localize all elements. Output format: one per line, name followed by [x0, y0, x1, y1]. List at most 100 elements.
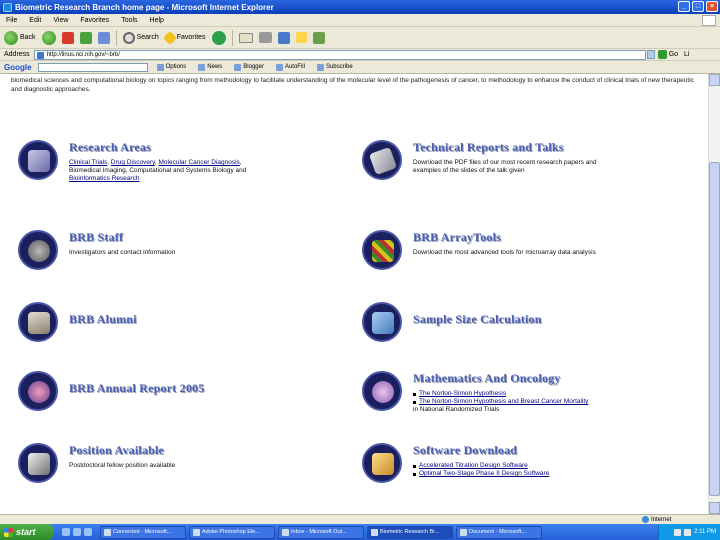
google-search-input[interactable]: [37, 62, 148, 72]
google-autofill-button[interactable]: AutoFill: [273, 63, 308, 71]
favorites-button[interactable]: Favorites: [162, 30, 206, 45]
messenger-icon[interactable]: [295, 32, 307, 43]
word-icon: [460, 528, 467, 536]
menu-edit[interactable]: Edit: [29, 17, 41, 24]
search-button[interactable]: Search: [122, 31, 159, 44]
internet-globe-icon: [642, 516, 649, 523]
technical-reports-title[interactable]: Technical Reports and Talks: [413, 140, 613, 155]
google-news-button[interactable]: News: [195, 63, 225, 71]
forward-button[interactable]: [41, 30, 56, 45]
show-desktop-icon[interactable]: [62, 528, 70, 536]
menu-tools[interactable]: Tools: [121, 17, 137, 24]
ie-icon: [371, 528, 378, 536]
page-content: biomedical sciences and computational bi…: [0, 74, 708, 514]
norton-simon-hypothesis-link[interactable]: The Norton-Simon Hypothesis: [419, 390, 506, 397]
accelerated-titration-link[interactable]: Accelerated Titration Design Software: [419, 462, 528, 469]
menu-file[interactable]: File: [6, 17, 17, 24]
go-button[interactable]: Go: [657, 50, 678, 59]
software-download-icon[interactable]: [362, 443, 402, 483]
position-available-description: Postdoctoral fellow position available: [69, 462, 176, 469]
address-bar: Address http://linus.nci.nih.gov/~brb/ G…: [0, 49, 720, 61]
research-areas-title[interactable]: Research Areas: [69, 140, 269, 155]
ie-quicklaunch-icon[interactable]: [73, 528, 81, 536]
technical-reports-icon[interactable]: [362, 140, 402, 180]
scroll-down-icon[interactable]: [709, 502, 720, 514]
refresh-icon[interactable]: [79, 31, 92, 44]
brb-arraytools-icon[interactable]: [362, 230, 402, 270]
menu-view[interactable]: View: [53, 17, 68, 24]
google-blogger-button[interactable]: Blogger: [231, 63, 267, 71]
back-arrow-icon: [4, 30, 18, 45]
maximize-button[interactable]: □: [692, 1, 704, 12]
home-icon[interactable]: [97, 31, 110, 44]
tray-network-icon[interactable]: [674, 528, 682, 536]
scroll-thumb[interactable]: [709, 162, 720, 496]
position-available-title[interactable]: Position Available: [69, 443, 269, 458]
favorites-star-icon: [162, 30, 177, 45]
optimal-two-stage-link[interactable]: Optimal Two-Stage Phase II Design Softwa…: [419, 470, 549, 477]
google-subscribe-button[interactable]: Subscribe: [314, 63, 356, 71]
edit-icon[interactable]: [277, 31, 290, 44]
stop-icon[interactable]: [61, 31, 74, 44]
system-tray: 2:11 PM: [658, 524, 720, 540]
start-button[interactable]: start: [0, 524, 54, 540]
task-button[interactable]: Biometric Research Br...: [367, 525, 453, 539]
windows-logo-icon: [702, 15, 716, 26]
task-label: Biometric Research Br...: [380, 529, 440, 535]
software-download-list: Accelerated Titration Design Software Op…: [413, 462, 618, 478]
brb-alumni-icon[interactable]: [18, 302, 58, 342]
task-button[interactable]: Inbox - Microsoft Out...: [278, 525, 364, 539]
window-title-bar: Biometric Research Branch home page - Mi…: [0, 0, 720, 14]
subscribe-icon: [316, 63, 324, 71]
sample-size-title[interactable]: Sample Size Calculation: [413, 312, 542, 327]
scroll-up-icon[interactable]: [709, 74, 720, 86]
task-button[interactable]: Connected - Microsoft...: [100, 525, 186, 539]
task-label: Connected - Microsoft...: [113, 529, 172, 535]
molecular-cancer-diagnosis-link[interactable]: Molecular Cancer Diagnosis: [159, 159, 240, 166]
annual-report-icon[interactable]: [18, 371, 58, 411]
list-item: Accelerated Titration Design Software: [413, 462, 618, 470]
research-areas-icon[interactable]: [18, 140, 58, 180]
tray-volume-icon[interactable]: [684, 528, 692, 536]
google-options-button[interactable]: Options: [154, 63, 190, 71]
math-oncology-list: The Norton-Simon Hypothesis The Norton-S…: [413, 390, 618, 406]
task-button[interactable]: Document - Microsoft...: [456, 525, 542, 539]
outlook-quicklaunch-icon[interactable]: [84, 528, 92, 536]
sample-size-icon[interactable]: [362, 302, 402, 342]
autofill-icon: [275, 63, 283, 71]
address-dropdown-icon[interactable]: [646, 50, 655, 59]
task-button[interactable]: Adobe Photoshop Ele...: [189, 525, 275, 539]
clock: 2:11 PM: [694, 529, 716, 535]
brb-staff-icon[interactable]: [18, 230, 58, 270]
software-download-title[interactable]: Software Download: [413, 443, 618, 458]
norton-simon-breast-cancer-link[interactable]: The Norton-Simon Hypothesis and Breast C…: [419, 398, 588, 405]
links-label[interactable]: Li: [684, 51, 689, 58]
brb-staff-title[interactable]: BRB Staff: [69, 230, 269, 245]
mail-icon[interactable]: [238, 32, 253, 43]
drug-discovery-link[interactable]: Drug Discovery: [111, 159, 155, 166]
math-oncology-icon[interactable]: [362, 371, 402, 411]
brb-arraytools-section: BRB ArrayTools Download the most advance…: [362, 230, 613, 270]
blogger-icon: [234, 63, 242, 71]
brb-arraytools-title[interactable]: BRB ArrayTools: [413, 230, 613, 245]
research-icon[interactable]: [312, 31, 325, 44]
menu-help[interactable]: Help: [150, 17, 164, 24]
window-controls: _ □ ×: [678, 1, 718, 12]
brb-alumni-title[interactable]: BRB Alumni: [69, 312, 137, 327]
back-button[interactable]: Back: [4, 30, 36, 45]
bioinformatics-research-link[interactable]: Bioinformatics Research: [69, 175, 139, 182]
vertical-scrollbar[interactable]: [708, 74, 720, 514]
google-news-label: News: [207, 64, 223, 70]
address-input[interactable]: http://linus.nci.nih.gov/~brb/: [33, 49, 646, 60]
close-button[interactable]: ×: [706, 1, 718, 12]
toolbar-separator: [231, 29, 233, 46]
clinical-trials-link[interactable]: Clinical Trials: [69, 159, 107, 166]
minimize-button[interactable]: _: [678, 1, 690, 12]
task-list: Connected - Microsoft... Adobe Photoshop…: [100, 525, 542, 539]
math-oncology-title[interactable]: Mathematics And Oncology: [413, 371, 618, 386]
media-icon[interactable]: [211, 30, 226, 45]
position-available-icon[interactable]: [18, 443, 58, 483]
menu-favorites[interactable]: Favorites: [80, 17, 109, 24]
print-icon[interactable]: [258, 32, 272, 43]
annual-report-title[interactable]: BRB Annual Report 2005: [69, 381, 204, 396]
